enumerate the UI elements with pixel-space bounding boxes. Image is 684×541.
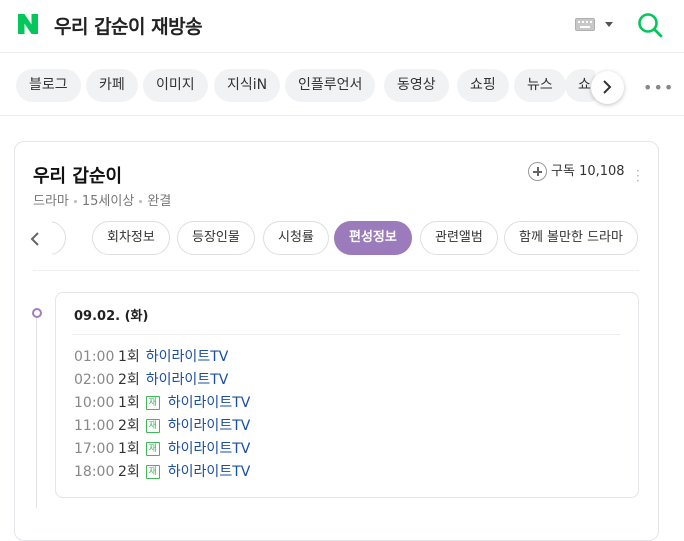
subscribe-count: 10,108 — [579, 164, 625, 179]
timeline-dot — [32, 308, 42, 318]
row-episode: 2회 — [118, 372, 140, 388]
meta-status: 완결 — [147, 194, 172, 209]
tab-blog[interactable]: 블로그 — [16, 69, 81, 102]
row-channel-link[interactable]: 하이라이트TV — [168, 464, 251, 480]
kebab-menu-icon[interactable]: · · · — [636, 165, 640, 187]
inner-tab-episodes[interactable]: 회차정보 — [92, 221, 170, 255]
subscribe-label: 구독 — [551, 164, 575, 179]
keyboard-icon[interactable] — [575, 18, 595, 31]
tab-news[interactable]: 뉴스 — [514, 69, 566, 102]
schedule-row: 01:00 1회 하이라이트TV — [74, 347, 228, 367]
divider — [33, 270, 639, 271]
row-time: 02:00 — [74, 372, 115, 388]
keyboard-dropdown-icon[interactable] — [605, 22, 613, 27]
search-query[interactable]: 우리 갑순이 재방송 — [54, 12, 203, 39]
inner-tab-ratings[interactable]: 시청률 — [263, 221, 329, 255]
schedule-date: 09.02. (화) — [74, 309, 149, 324]
schedule-row: 18:00 2회 재 하이라이트TV — [74, 462, 250, 482]
tab-image[interactable]: 이미지 — [143, 69, 208, 102]
rerun-badge: 재 — [145, 396, 160, 410]
rerun-badge: 재 — [145, 465, 160, 479]
inner-tab-schedule[interactable]: 편성정보 — [334, 221, 412, 255]
meta-rating: 15세이상 — [81, 194, 135, 209]
row-time: 10:00 — [74, 395, 115, 411]
tab-cafe[interactable]: 카페 — [86, 69, 138, 102]
search-header: 우리 갑순이 재방송 — [0, 0, 684, 52]
row-channel-link[interactable]: 하이라이트TV — [168, 418, 251, 434]
meta-genre: 드라마 — [33, 194, 69, 209]
inner-tab-cast[interactable]: 등장인물 — [177, 221, 255, 255]
naver-logo-icon[interactable] — [16, 12, 40, 36]
row-episode: 1회 — [118, 395, 140, 411]
row-time: 17:00 — [74, 441, 115, 457]
inner-tab-albums[interactable]: 관련앨범 — [420, 221, 498, 255]
schedule-row: 17:00 1회 재 하이라이트TV — [74, 439, 250, 459]
schedule-row: 02:00 2회 하이라이트TV — [74, 370, 228, 390]
row-channel-link[interactable]: 하이라이트TV — [168, 395, 251, 411]
tab-video[interactable]: 동영상 — [384, 69, 449, 102]
chevron-right-icon — [603, 80, 612, 94]
plus-icon — [528, 162, 547, 181]
timeline-line — [36, 318, 37, 508]
schedule-row: 10:00 1회 재 하이라이트TV — [74, 393, 250, 413]
row-time: 18:00 — [74, 464, 115, 480]
row-time: 01:00 — [74, 349, 115, 365]
divider — [72, 334, 620, 335]
inner-tab-similar[interactable]: 함께 볼만한 드라마 — [504, 221, 638, 255]
chevron-left-icon[interactable] — [28, 231, 42, 247]
row-channel-link[interactable]: 하이라이트TV — [146, 372, 229, 388]
tabs-next-button[interactable] — [591, 71, 624, 104]
row-episode: 2회 — [118, 418, 140, 434]
rerun-badge: 재 — [145, 442, 160, 456]
more-icon[interactable]: ••• — [643, 80, 674, 96]
drama-meta: 드라마 15세이상 완결 — [33, 190, 171, 209]
row-channel-link[interactable]: 하이라이트TV — [168, 441, 251, 457]
schedule-row: 11:00 2회 재 하이라이트TV — [74, 416, 250, 436]
rerun-badge: 재 — [145, 419, 160, 433]
search-tabs: 블로그 카페 이미지 지식iN 인플루언서 동영상 쇼핑 뉴스 쇼 — [0, 52, 684, 116]
inner-tab-partial[interactable]: 보기 — [52, 221, 66, 255]
drama-title[interactable]: 우리 갑순이 — [33, 162, 122, 188]
row-episode: 1회 — [118, 441, 140, 457]
search-icon[interactable] — [637, 12, 663, 38]
tab-shopping[interactable]: 쇼핑 — [457, 69, 509, 102]
tab-influencer[interactable]: 인플루언서 — [285, 69, 376, 102]
subscribe-button[interactable]: 구독 10,108 — [528, 161, 625, 183]
row-channel-link[interactable]: 하이라이트TV — [146, 349, 229, 365]
row-episode: 2회 — [118, 464, 140, 480]
tab-kin[interactable]: 지식iN — [214, 69, 281, 102]
row-time: 11:00 — [74, 418, 115, 434]
row-episode: 1회 — [118, 349, 140, 365]
